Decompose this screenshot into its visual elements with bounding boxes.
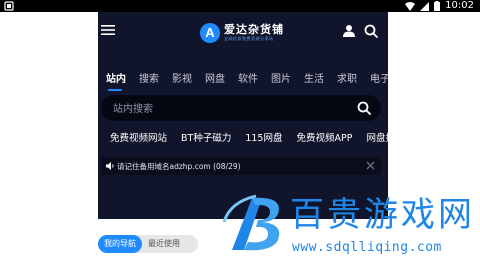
tab-jobs[interactable]: 求职: [337, 70, 357, 85]
status-time: 10:02: [445, 0, 474, 11]
quick-link[interactable]: BT种子磁力: [181, 130, 231, 144]
nav-switcher: 我的导航 最近使用: [98, 235, 198, 253]
quick-links: 免费视频网站 BT种子磁力 115网盘 免费视频APP 网盘搜索: [110, 130, 388, 144]
my-nav-button[interactable]: 我的导航: [98, 235, 142, 253]
search-submit-icon[interactable]: [357, 101, 371, 115]
category-tabs: 站内 搜索 影视 网盘 软件 图片 生活 求职 电子书: [106, 70, 388, 91]
signal-icon: [420, 1, 430, 11]
quick-link[interactable]: 免费视频APP: [296, 130, 352, 144]
site-logo[interactable]: A 爱达杂货铺 全网优质免费资源分享站: [200, 21, 284, 45]
site-title: 爱达杂货铺: [224, 23, 284, 36]
search-icon[interactable]: [364, 24, 378, 38]
tab-images[interactable]: 图片: [271, 70, 291, 85]
watermark-logo-icon: [222, 194, 280, 251]
logo-badge: A: [200, 23, 220, 43]
quick-link[interactable]: 网盘搜索: [366, 130, 388, 144]
wifi-icon: [405, 1, 416, 11]
watermark-title: 百贵游戏网: [290, 195, 475, 235]
close-icon[interactable]: [366, 161, 375, 170]
battery-icon: [434, 1, 441, 11]
quick-link[interactable]: 115网盘: [245, 130, 282, 144]
recent-button[interactable]: 最近使用: [142, 235, 186, 253]
nav-switcher-area: 我的导航 最近使用: [98, 219, 215, 266]
user-icon[interactable]: [342, 24, 356, 38]
app-header: A 爱达杂货铺 全网优质免费资源分享站: [98, 12, 388, 52]
menu-icon[interactable]: [101, 23, 115, 37]
notice-text: 请记住备用域名adzhp.com (08/29): [117, 162, 241, 171]
watermark: 百贵游戏网 www.sdqlliqing.com: [218, 190, 480, 266]
quick-link[interactable]: 免费视频网站: [110, 130, 167, 144]
app-content: A 爱达杂货铺 全网优质免费资源分享站 站内 搜索 影视 网盘 软件 图片 生活…: [98, 12, 388, 219]
tab-netdisk[interactable]: 网盘: [205, 70, 225, 85]
notice-bar: 请记住备用域名adzhp.com (08/29): [101, 157, 381, 175]
search-input[interactable]: [111, 95, 345, 123]
tab-software[interactable]: 软件: [238, 70, 258, 85]
tab-site[interactable]: 站内: [106, 70, 126, 91]
tab-search[interactable]: 搜索: [139, 70, 159, 85]
search-bar: [101, 95, 381, 123]
tab-life[interactable]: 生活: [304, 70, 324, 85]
site-subtitle: 全网优质免费资源分享站: [224, 36, 274, 41]
watermark-url: www.sdqlliqing.com: [292, 240, 442, 255]
tab-movies[interactable]: 影视: [172, 70, 192, 85]
notification-icon: [4, 1, 14, 11]
speaker-icon: [106, 162, 114, 170]
status-bar: 10:02: [0, 0, 480, 12]
tab-ebooks[interactable]: 电子书: [370, 70, 388, 85]
